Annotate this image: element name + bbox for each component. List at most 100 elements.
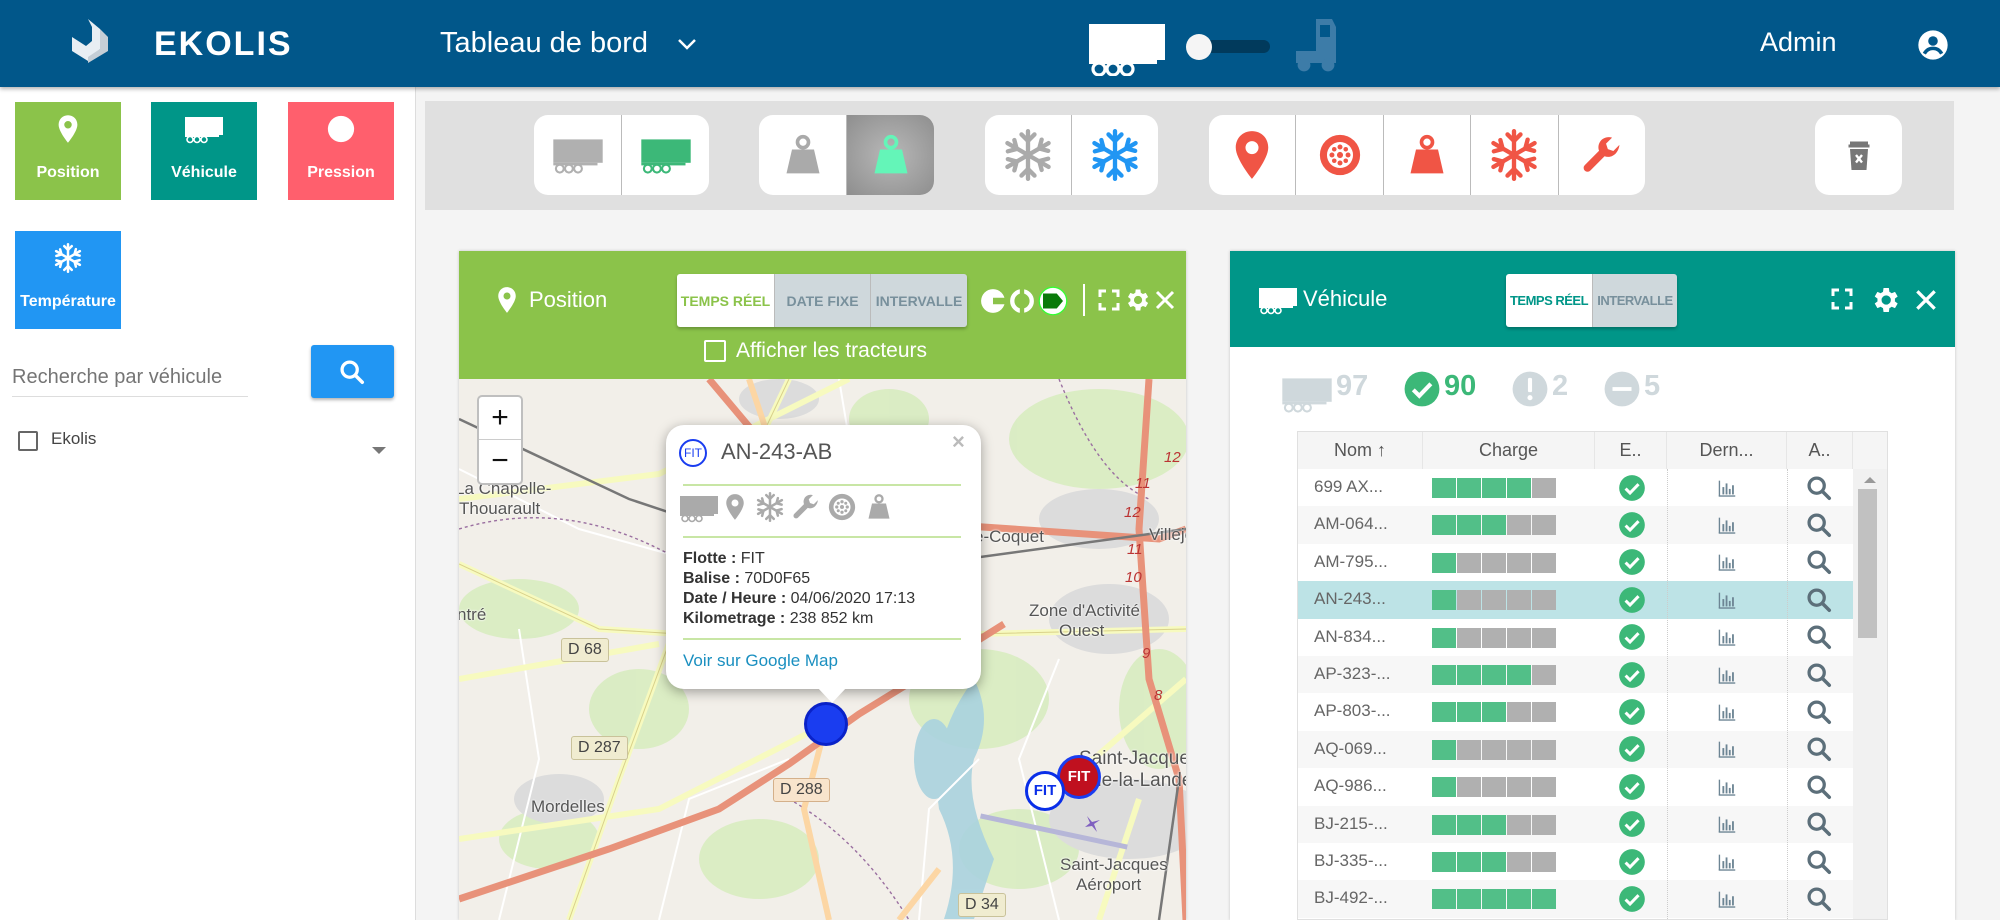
history-chart-icon[interactable] [1716, 664, 1738, 686]
ekolis-checkbox[interactable] [18, 431, 38, 451]
filter-snowflake-blue[interactable] [1071, 115, 1158, 195]
history-chart-icon[interactable] [1716, 589, 1738, 611]
stat-warning[interactable]: 2 [1552, 370, 1568, 403]
mode-intervalle[interactable]: INTERVALLE [870, 274, 967, 327]
clear-filters-button[interactable] [1815, 115, 1902, 195]
filter-alert-maintenance[interactable] [1557, 115, 1645, 195]
table-row[interactable]: BJ-215-... [1298, 805, 1853, 843]
map-view[interactable]: La Chapelle- Thouarault ntré Mordelles e… [459, 379, 1186, 920]
col-charge[interactable]: Charge [1423, 432, 1595, 469]
table-row[interactable]: AM-064... [1298, 506, 1853, 544]
search-button[interactable] [311, 345, 394, 398]
stat-total[interactable]: 97 [1336, 370, 1368, 403]
scroll-thumb[interactable] [1858, 489, 1877, 638]
history-chart-icon[interactable] [1716, 514, 1738, 536]
ok-check-icon[interactable] [1403, 370, 1441, 408]
zoom-out-button[interactable]: − [479, 440, 521, 483]
fullscreen-icon[interactable] [1830, 287, 1854, 311]
tile-vehicule[interactable]: Véhicule [151, 102, 257, 200]
history-chart-icon[interactable] [1716, 701, 1738, 723]
page-title[interactable]: Tableau de bord [440, 27, 648, 60]
history-chart-icon[interactable] [1716, 813, 1738, 835]
filter-weight-grey[interactable] [759, 115, 846, 195]
caret-down-icon[interactable] [372, 447, 386, 454]
marker-style-ring-icon[interactable] [1009, 288, 1035, 314]
history-chart-icon[interactable] [1716, 551, 1738, 573]
table-row[interactable]: AQ-069... [1298, 730, 1853, 769]
table-scrollbar[interactable] [1853, 469, 1887, 919]
table-row[interactable]: BJ-335-... [1298, 843, 1853, 881]
table-row[interactable]: AM-795... [1298, 543, 1853, 582]
stat-ok[interactable]: 90 [1444, 370, 1476, 403]
user-name[interactable]: Admin [1760, 27, 1837, 58]
tile-pression[interactable]: Pression [288, 102, 394, 200]
table-row[interactable]: AP-803-... [1298, 693, 1853, 731]
ekolis-logo[interactable]: EKOLIS [70, 17, 330, 69]
fullscreen-icon[interactable] [1097, 288, 1121, 312]
zoom-in-button[interactable]: + [479, 397, 521, 440]
show-tractors-checkbox[interactable] [704, 340, 726, 362]
locate-vehicle-icon[interactable] [1805, 885, 1833, 913]
col-etat[interactable]: E.. [1595, 432, 1667, 469]
show-tractors-label[interactable]: Afficher les tracteurs [736, 339, 927, 363]
vehicle-marker[interactable]: FIT [1025, 771, 1065, 811]
marker-style-half-icon[interactable] [980, 288, 1006, 314]
tractor-mode-icon[interactable] [1292, 17, 1362, 73]
col-nom[interactable]: Nom ↑ [1298, 432, 1423, 469]
trailer-mode-icon[interactable] [1085, 20, 1169, 76]
user-account-icon[interactable] [1917, 29, 1949, 61]
filter-alert-position[interactable] [1209, 115, 1295, 195]
filter-trailer-grey[interactable] [534, 115, 621, 195]
locate-vehicle-icon[interactable] [1805, 810, 1833, 838]
mode-intervalle[interactable]: INTERVALLE [1592, 274, 1677, 327]
history-chart-icon[interactable] [1716, 626, 1738, 648]
locate-vehicle-icon[interactable] [1805, 735, 1833, 763]
vehicle-marker-cluster[interactable] [804, 702, 848, 746]
google-map-link[interactable]: Voir sur Google Map [683, 651, 838, 671]
mode-temps-reel[interactable]: TEMPS RÉEL [1506, 274, 1592, 327]
scroll-up-arrow[interactable] [1864, 477, 1876, 483]
table-row[interactable]: AN-243... [1298, 581, 1853, 619]
table-row[interactable]: AQ-986... [1298, 768, 1853, 806]
table-row[interactable]: AP-323-... [1298, 656, 1853, 694]
inactive-icon[interactable] [1603, 370, 1641, 408]
chevron-down-icon[interactable] [676, 36, 698, 52]
total-trailer-icon[interactable] [1281, 374, 1333, 414]
locate-vehicle-icon[interactable] [1805, 623, 1833, 651]
locate-vehicle-icon[interactable] [1805, 474, 1833, 502]
locate-vehicle-icon[interactable] [1805, 548, 1833, 576]
mode-date-fixe[interactable]: DATE FIXE [774, 274, 870, 327]
filter-weight-green[interactable] [846, 115, 934, 195]
stat-inactive[interactable]: 5 [1644, 370, 1660, 403]
history-chart-icon[interactable] [1716, 888, 1738, 910]
col-derniere[interactable]: Dern... [1667, 432, 1787, 469]
col-actions[interactable]: A.. [1787, 432, 1853, 469]
filter-alert-temperature[interactable] [1470, 115, 1557, 195]
filter-snowflake-grey[interactable] [985, 115, 1071, 195]
locate-vehicle-icon[interactable] [1805, 698, 1833, 726]
tile-position[interactable]: Position [15, 102, 121, 200]
table-row[interactable]: AN-834... [1298, 618, 1853, 656]
trailer-tractor-toggle[interactable] [1186, 34, 1270, 60]
filter-alert-pressure[interactable] [1295, 115, 1382, 195]
settings-gear-icon[interactable] [1123, 286, 1151, 314]
tile-temperature[interactable]: Température [15, 231, 121, 329]
table-row[interactable]: 699 AX... [1298, 469, 1853, 507]
popup-close-button[interactable]: × [952, 429, 965, 455]
locate-vehicle-icon[interactable] [1805, 848, 1833, 876]
history-chart-icon[interactable] [1716, 738, 1738, 760]
table-row[interactable]: BJ-492-... [1298, 880, 1853, 918]
locate-vehicle-icon[interactable] [1805, 661, 1833, 689]
close-icon[interactable] [1913, 287, 1939, 313]
filter-alert-weight[interactable] [1382, 115, 1470, 195]
locate-vehicle-icon[interactable] [1805, 511, 1833, 539]
history-chart-icon[interactable] [1716, 851, 1738, 873]
warning-icon[interactable] [1511, 370, 1549, 408]
toggle-knob[interactable] [1186, 34, 1212, 60]
locate-vehicle-icon[interactable] [1805, 773, 1833, 801]
marker-style-arrow-icon[interactable] [1038, 286, 1068, 316]
locate-vehicle-icon[interactable] [1805, 586, 1833, 614]
filter-trailer-green[interactable] [621, 115, 709, 195]
history-chart-icon[interactable] [1716, 776, 1738, 798]
close-icon[interactable] [1153, 288, 1177, 312]
